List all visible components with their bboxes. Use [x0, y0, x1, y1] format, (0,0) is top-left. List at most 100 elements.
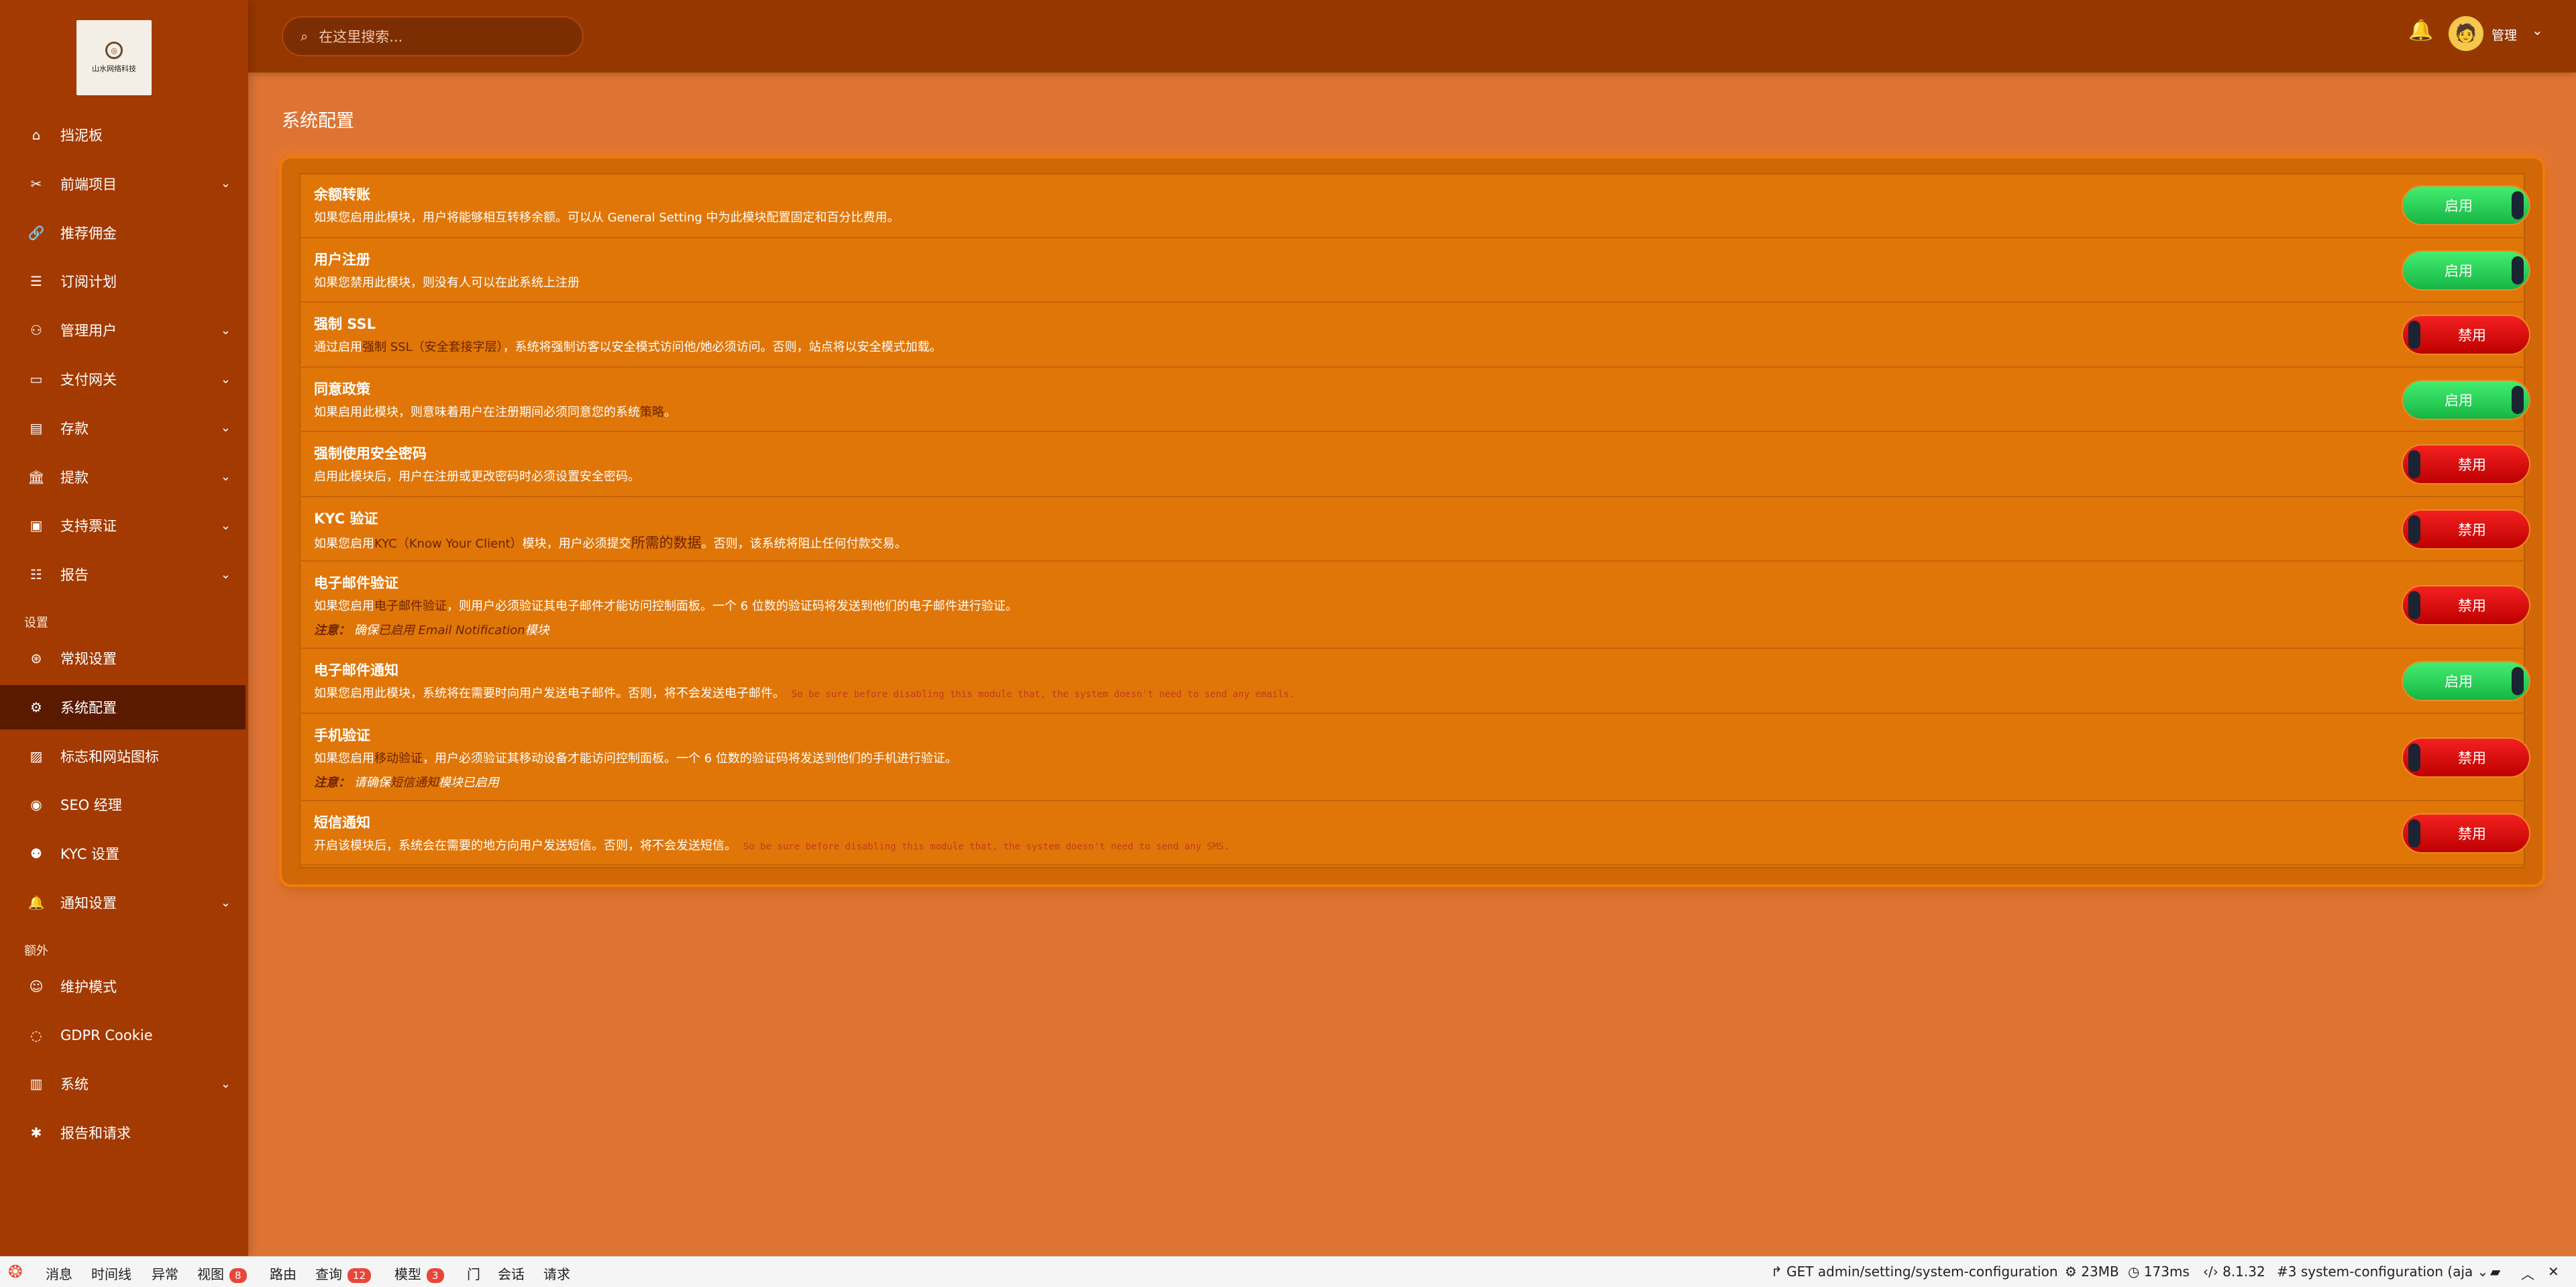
sidebar-item[interactable]: ⚙ 系统配置	[0, 684, 246, 729]
sidebar-item[interactable]: ▤ 存款 ⌄	[0, 406, 246, 450]
desc-text: 如果您启用	[314, 599, 374, 613]
setting-description: 通过启用强制 SSL（安全套接字层），系统将强制访客以安全模式访问他/她必须访问…	[314, 338, 942, 355]
sidebar-item[interactable]: ▭ 支付网关 ⌄	[0, 357, 246, 401]
setting-row: 用户注册 如果您禁用此模块，则没有人可以在此系统上注册 启用	[299, 238, 2529, 303]
note-highlight: 已启用 Email Notification	[378, 623, 525, 637]
debug-tab-label: 消息	[46, 1266, 72, 1282]
desc-highlight: 电子邮件验证	[374, 599, 447, 613]
debug-tab[interactable]: 异常	[152, 1264, 178, 1283]
desc-text-c: 。否则，该系统将阻止任何付款交易。	[701, 536, 907, 551]
debug-tab-label: 查询	[315, 1266, 342, 1282]
toggle-switch[interactable]: 禁用	[2403, 510, 2529, 548]
bug-icon: ✱	[30, 1125, 42, 1141]
search-input[interactable]: ⌕ 在这里搜索...	[282, 16, 584, 56]
desc-text-b: ，则用户必须验证其电子邮件才能访问控制面板。一个 6 位数的验证码将发送到他们的…	[447, 599, 1018, 613]
sidebar-item-label: 报告	[60, 567, 89, 584]
toggle-label: 启用	[2445, 198, 2473, 215]
setting-row: 强制使用安全密码 启用此模块后，用户在注册或更改密码时必须设置安全密码。 禁用	[299, 432, 2529, 497]
sidebar-item[interactable]: ⚉ KYC 设置	[0, 831, 246, 876]
toggle-knob	[2512, 191, 2524, 220]
sidebar-item[interactable]: ▨ 标志和网站图标	[0, 734, 246, 778]
folder-icon[interactable]: ▰	[2490, 1264, 2500, 1280]
sidebar-item[interactable]: ☷ 报告 ⌄	[0, 552, 246, 597]
debug-tab[interactable]: 时间线	[91, 1264, 131, 1283]
warning-text: So be sure before disabling this module …	[743, 841, 1230, 852]
close-icon[interactable]: ✕	[2548, 1264, 2559, 1280]
sidebar-item[interactable]: 🔗 推荐佣金	[0, 211, 246, 255]
sidebar-item-label: GDPR Cookie	[60, 1027, 153, 1043]
request-text: #3 system-configuration (aja	[2277, 1264, 2473, 1280]
desc-text: 启用此模块后，用户在注册或更改密码时必须设置安全密码。	[314, 470, 640, 484]
sidebar-item-label: 常规设置	[60, 651, 117, 667]
debug-tab-badge: 3	[427, 1268, 444, 1283]
toggle-switch[interactable]: 启用	[2403, 662, 2529, 701]
note-label: 注意：	[314, 775, 350, 790]
sidebar-item[interactable]: 🏛 提款 ⌄	[0, 455, 246, 499]
debug-tab[interactable]: 查询 12	[315, 1264, 372, 1283]
sidebar-item[interactable]: ☰ 订阅计划	[0, 259, 246, 303]
sidebar: ◎ 山水网络科技 ⌂ 挡泥板 ✂ 前端项目 ⌄ 🔗 推荐佣金 ☰ 订阅计划 ⚇ 管理用户 ⌄ ▭ 支付网关…	[0, 0, 248, 1256]
sidebar-item[interactable]: ☺ 维护模式	[0, 964, 246, 1009]
toggle-switch[interactable]: 禁用	[2403, 316, 2529, 354]
sidebar-item[interactable]: ⊛ 常规设置	[0, 636, 246, 680]
debug-tab[interactable]: 门	[467, 1264, 480, 1283]
toggle-switch[interactable]: 禁用	[2403, 814, 2529, 852]
setting-description: 开启该模块后，系统会在需要的地方向用户发送短信。否则，将不会发送短信。 So be…	[314, 836, 1230, 854]
toggle-switch[interactable]: 禁用	[2403, 446, 2529, 484]
sidebar-item[interactable]: ▣ 支持票证 ⌄	[0, 503, 246, 548]
desc-text-b: 。	[664, 405, 676, 419]
toggle-switch[interactable]: 启用	[2403, 187, 2529, 225]
avatar[interactable]: 🧑	[2449, 16, 2483, 51]
debug-tab[interactable]: 会话	[498, 1264, 525, 1283]
laravel-icon[interactable]: ❂	[8, 1262, 23, 1282]
debug-tab[interactable]: 路由	[270, 1264, 297, 1283]
toggle-switch[interactable]: 禁用	[2403, 738, 2529, 776]
toggle-switch[interactable]: 启用	[2403, 380, 2529, 419]
setting-note: 注意： 请确保短信通知模块已启用	[314, 773, 499, 790]
setting-row: KYC 验证 如果您启用KYC（Know Your Client）模块，用户必须提…	[299, 497, 2529, 562]
toggle-switch[interactable]: 禁用	[2403, 586, 2529, 624]
sidebar-item[interactable]: 🔔 通知设置 ⌄	[0, 880, 246, 925]
settings-list: 余额转账 如果您启用此模块，用户将能够相互转移余额。可以从 General Set…	[299, 173, 2529, 868]
setting-row: 电子邮件通知 如果您启用此模块，系统将在需要时向用户发送电子邮件。否则，将不会发送…	[299, 649, 2529, 714]
minimize-icon[interactable]: ︿	[2521, 1264, 2534, 1283]
search-placeholder: 在这里搜索...	[319, 29, 403, 45]
toggle-switch[interactable]: 启用	[2403, 251, 2529, 289]
search-icon: ⌕	[301, 28, 309, 44]
sidebar-item[interactable]: ⌂ 挡泥板	[0, 113, 246, 157]
note-highlight: 短信通知	[390, 775, 439, 790]
globe-icon: ◉	[30, 796, 42, 813]
debug-tab-label: 门	[467, 1266, 480, 1282]
toggle-label: 禁用	[2458, 521, 2486, 538]
chevron-down-icon: ⌄	[220, 176, 231, 191]
sidebar-item-label: 提款	[60, 469, 89, 486]
route-info: ↱ GET admin/setting/system-configuration	[1771, 1264, 2058, 1280]
note-text: 请确保	[354, 775, 390, 790]
chevron-down-icon: ⌄	[220, 518, 231, 533]
setting-description: 如果启用此模块，则意味着用户在注册期间必须同意您的系统策略。	[314, 403, 676, 420]
sidebar-item-label: 管理用户	[60, 323, 117, 340]
debug-tab[interactable]: 视图 8	[197, 1264, 247, 1283]
bell-icon: 🔔	[28, 894, 45, 911]
desc-highlight: 策略	[640, 405, 664, 419]
chevron-down-icon[interactable]: ⌄	[2532, 22, 2543, 38]
debug-tab[interactable]: 消息	[46, 1264, 72, 1283]
sidebar-item[interactable]: ⚇ 管理用户 ⌄	[0, 308, 246, 352]
setting-row: 强制 SSL 通过启用强制 SSL（安全套接字层），系统将强制访客以安全模式访问他…	[299, 303, 2529, 368]
desc-text: 如果您禁用此模块，则没有人可以在此系统上注册	[314, 275, 580, 290]
sidebar-item[interactable]: ✂ 前端项目 ⌄	[0, 162, 246, 206]
sidebar-item[interactable]: ◉ SEO 经理	[0, 782, 246, 827]
desc-text: 通过启用	[314, 340, 362, 354]
setting-title: 手机验证	[314, 727, 370, 743]
user-name[interactable]: 管理	[2491, 25, 2517, 44]
debug-tab[interactable]: 请求	[543, 1264, 570, 1283]
setting-title: KYC 验证	[314, 510, 378, 527]
toggle-knob	[2512, 256, 2524, 285]
sidebar-item[interactable]: ◌ GDPR Cookie	[0, 1013, 246, 1058]
notification-bell-icon[interactable]: 🔔	[2408, 19, 2433, 42]
sidebar-item[interactable]: ✱ 报告和请求	[0, 1111, 246, 1155]
debug-tab[interactable]: 模型 3	[394, 1264, 444, 1283]
sidebar-item[interactable]: ▥ 系统 ⌄	[0, 1062, 246, 1106]
request-select[interactable]: #3 system-configuration (aja ⌄	[2277, 1264, 2488, 1280]
logo[interactable]: ◎ 山水网络科技	[76, 20, 152, 95]
